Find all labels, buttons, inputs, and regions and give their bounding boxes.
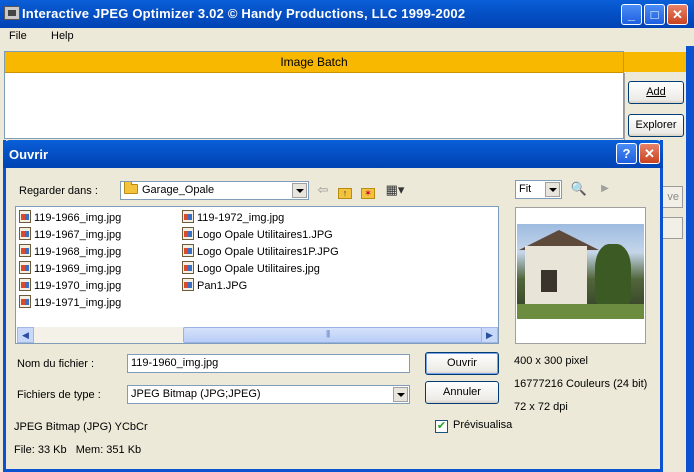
list-item[interactable]: 119-1968_img.jpg: [19, 244, 121, 260]
jpeg-file-icon: [182, 244, 194, 257]
minimize-button[interactable]: _: [621, 4, 642, 25]
maximize-button[interactable]: □: [644, 4, 665, 25]
dialog-close-button[interactable]: ✕: [639, 143, 660, 164]
look-in-label: Regarder dans :: [19, 185, 98, 197]
filename-input[interactable]: 119-1960_img.jpg: [127, 354, 410, 373]
jpeg-file-icon: [19, 227, 31, 240]
back-arrow-icon[interactable]: ⇦: [314, 182, 332, 198]
app-icon: [4, 6, 20, 20]
filetype-label: Fichiers de type :: [17, 389, 101, 401]
chevron-down-icon[interactable]: [545, 182, 560, 197]
list-item[interactable]: 119-1970_img.jpg: [19, 278, 121, 294]
zoom-preview-icon[interactable]: 🔍: [570, 181, 588, 197]
preview-checkbox[interactable]: ✔: [435, 420, 448, 433]
jpeg-file-icon: [19, 210, 31, 223]
cancel-button[interactable]: Annuler: [425, 381, 499, 404]
jpeg-file-icon: [19, 261, 31, 274]
menu-bar: File Help: [0, 28, 694, 46]
jpeg-file-icon: [19, 244, 31, 257]
dialog-title: Ouvrir: [9, 147, 49, 162]
filename-label: Nom du fichier :: [17, 358, 95, 370]
list-item[interactable]: Logo Opale Utilitaires1.JPG: [182, 227, 333, 243]
format-info: JPEG Bitmap (JPG) YCbCr: [14, 421, 148, 433]
menu-file[interactable]: File: [9, 30, 27, 42]
preview-image: [517, 224, 644, 319]
jpeg-file-icon: [182, 261, 194, 274]
image-colors: 16777216 Couleurs (24 bit): [514, 378, 648, 390]
add-button[interactable]: Add: [628, 81, 684, 104]
filetype-value: JPEG Bitmap (JPG;JPEG): [131, 388, 261, 400]
image-size: 400 x 300 pixel: [514, 355, 588, 367]
dialog-titlebar[interactable]: Ouvrir ? ✕: [3, 140, 663, 168]
jpeg-file-icon: [182, 227, 194, 240]
list-item[interactable]: 119-1967_img.jpg: [19, 227, 121, 243]
list-item[interactable]: 119-1972_img.jpg: [182, 210, 284, 226]
image-preview: [515, 207, 646, 344]
scroll-right-icon[interactable]: ▶: [481, 327, 498, 343]
jpeg-file-icon: [182, 278, 194, 291]
view-menu-icon[interactable]: ▦▾: [383, 182, 407, 198]
list-item[interactable]: Logo Opale Utilitaires1P.JPG: [182, 244, 339, 260]
zoom-value: Fit: [519, 183, 532, 195]
main-window-title: Interactive JPEG Optimizer 3.02 © Handy …: [22, 6, 466, 21]
file-list[interactable]: 119-1966_img.jpg 119-1967_img.jpg 119-19…: [15, 206, 499, 344]
preview-checkbox-label: Prévisualisa: [453, 419, 513, 431]
open-button[interactable]: Ouvrir: [425, 352, 499, 375]
image-batch-header: Image Batch: [5, 52, 623, 73]
look-in-select[interactable]: Garage_Opale: [120, 181, 309, 200]
jpeg-file-icon: [19, 295, 31, 308]
close-button[interactable]: ✕: [667, 4, 688, 25]
list-item[interactable]: Logo Opale Utilitaires.jpg: [182, 261, 320, 277]
look-in-value: Garage_Opale: [142, 184, 215, 196]
folder-icon: [124, 182, 138, 194]
image-dpi: 72 x 72 dpi: [514, 401, 568, 413]
jpeg-file-icon: [182, 210, 194, 223]
list-item[interactable]: Pan1.JPG: [182, 278, 247, 294]
list-item[interactable]: 119-1971_img.jpg: [19, 295, 121, 311]
file-size-info: File: 33 Kb Mem: 351 Kb: [14, 444, 142, 456]
play-icon[interactable]: ▶: [596, 181, 614, 197]
up-folder-icon[interactable]: ↑: [336, 182, 354, 199]
chevron-down-icon[interactable]: [292, 183, 307, 198]
menu-help[interactable]: Help: [51, 30, 74, 42]
filetype-select[interactable]: JPEG Bitmap (JPG;JPEG): [127, 385, 410, 404]
explorer-button[interactable]: Explorer: [628, 114, 684, 137]
scroll-thumb[interactable]: [183, 327, 482, 343]
zoom-select[interactable]: Fit: [515, 180, 562, 199]
window-border: [686, 46, 694, 472]
image-batch-panel: Image Batch: [4, 51, 624, 139]
help-icon[interactable]: ?: [616, 143, 637, 164]
new-folder-icon[interactable]: ✶: [359, 182, 377, 199]
jpeg-file-icon: [19, 278, 31, 291]
batch-header-extension: [624, 52, 686, 72]
main-titlebar[interactable]: Interactive JPEG Optimizer 3.02 © Handy …: [0, 0, 694, 28]
scroll-left-icon[interactable]: ◀: [17, 327, 34, 343]
horizontal-scrollbar[interactable]: ◀ ▶: [17, 327, 498, 343]
list-item[interactable]: 119-1966_img.jpg: [19, 210, 121, 226]
list-item[interactable]: 119-1969_img.jpg: [19, 261, 121, 277]
chevron-down-icon[interactable]: [393, 387, 408, 402]
